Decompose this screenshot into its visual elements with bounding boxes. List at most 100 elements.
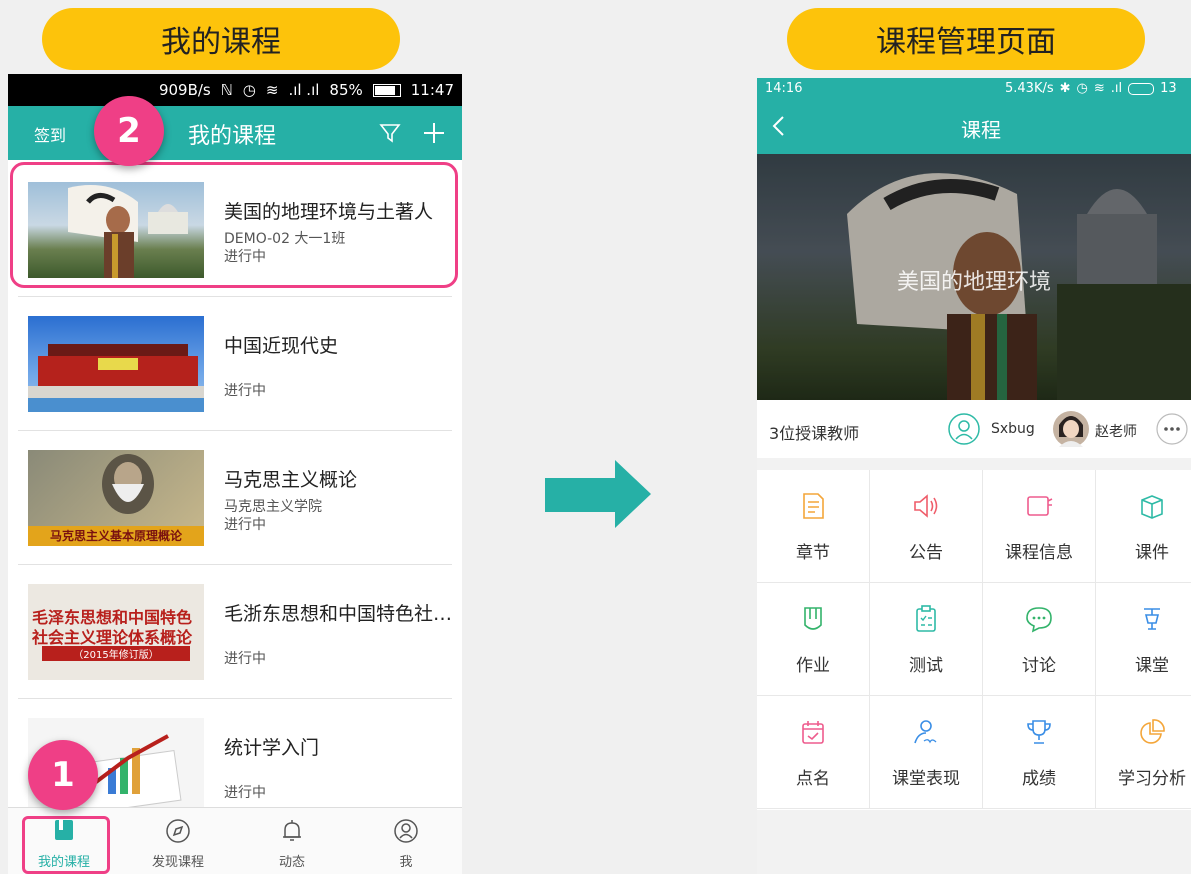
- course-title: 统计学入门: [224, 737, 320, 759]
- speaker-icon: [914, 494, 938, 518]
- gate-photo: [28, 344, 204, 412]
- grid-label: 章节: [796, 543, 830, 563]
- default-avatar-icon: [948, 413, 980, 445]
- grid-item-announcements[interactable]: 公告: [870, 470, 983, 583]
- status-bar: 14:16 5.43K/s ✱ ◷ ≋ .ıl 13: [757, 78, 1191, 100]
- right-phone-screen: 14:16 5.43K/s ✱ ◷ ≋ .ıl 13 课程 美国的地理环境 3位…: [757, 78, 1191, 874]
- tab-label: 发现课程: [151, 855, 204, 870]
- course-status: 进行中: [224, 383, 266, 399]
- course-item[interactable]: 中国近现代史 进行中: [18, 296, 452, 431]
- more-icon[interactable]: [1155, 412, 1189, 446]
- wifi-icon: ≋: [1093, 81, 1105, 96]
- course-thumbnail: 毛泽东思想和中国特色 社会主义理论体系概论 （2015年修订版）: [28, 584, 204, 680]
- step-number: 2: [117, 111, 141, 151]
- teachers-row[interactable]: 3位授课教师 Sxbug 赵老师: [757, 400, 1191, 458]
- grid-item-performance[interactable]: 课堂表现: [870, 696, 983, 809]
- document-icon: [803, 493, 824, 519]
- alarm-icon: ◷: [1076, 81, 1088, 96]
- cover-text-line3: （2015年修订版）: [42, 646, 190, 661]
- grid-label: 成绩: [1022, 769, 1056, 789]
- grid-item-roll-call[interactable]: 点名: [757, 696, 870, 809]
- grid-label: 课堂表现: [892, 769, 960, 789]
- grid-label: 课堂: [1135, 656, 1169, 676]
- clock: 11:47: [410, 81, 454, 99]
- page-title: 我的课程: [188, 124, 277, 149]
- grid-label: 作业: [796, 656, 830, 676]
- grid-item-tests[interactable]: 测试: [870, 583, 983, 696]
- arrow-right-icon: [545, 460, 651, 528]
- course-school: 马克思主义学院: [224, 499, 322, 515]
- tab-me[interactable]: 我: [350, 808, 462, 874]
- selected-course-highlight: [10, 162, 458, 288]
- function-grid: 章节 公告 课程信息 课件 作业 测试 讨论 课堂 点名 课堂表现 成绩 学习分…: [757, 470, 1191, 810]
- course-title: 毛浙东思想和中国特色社…: [224, 603, 453, 625]
- right-caption-text: 课程管理页面: [876, 25, 1056, 60]
- net-speed: 5.43K/s: [1005, 81, 1054, 96]
- teacher-name: 赵老师: [1095, 424, 1137, 440]
- app-header: 签到 我的课程: [8, 106, 462, 160]
- step-badge-2: 2: [94, 96, 164, 166]
- grid-item-homework[interactable]: 作业: [757, 583, 870, 696]
- lamp-icon: [1144, 608, 1160, 630]
- nfc-icon: ℕ: [220, 81, 233, 99]
- filter-icon[interactable]: [378, 121, 402, 145]
- cover-text-line2: 社会主义理论体系概论: [32, 628, 193, 647]
- teacher-count: 3位授课教师: [769, 424, 860, 443]
- course-cover: 美国的地理环境: [757, 154, 1191, 400]
- app-header: 课程: [757, 100, 1191, 154]
- course-status: 进行中: [224, 785, 266, 801]
- add-icon[interactable]: [422, 121, 446, 145]
- signal-icon: .ıl: [1110, 81, 1123, 96]
- cover-title: 美国的地理环境: [897, 270, 1052, 295]
- active-tab-highlight: [22, 816, 110, 874]
- course-item[interactable]: 毛泽东思想和中国特色 社会主义理论体系概论 （2015年修订版） 毛浙东思想和中…: [18, 564, 452, 699]
- net-speed: 909B/s: [158, 81, 211, 99]
- grid-item-discussion[interactable]: 讨论: [983, 583, 1096, 696]
- grid-label: 课程信息: [1005, 543, 1073, 563]
- right-caption: 课程管理页面: [787, 8, 1145, 70]
- grid-label: 学习分析: [1118, 769, 1186, 789]
- back-arrow-icon[interactable]: [769, 114, 789, 138]
- chat-icon: [1026, 607, 1052, 633]
- box-icon: [1141, 495, 1163, 519]
- grid-label: 测试: [909, 656, 943, 676]
- user-icon: [394, 819, 418, 843]
- marx-portrait: [102, 454, 154, 514]
- grid-item-courseware[interactable]: 课件: [1096, 470, 1191, 583]
- tab-discover[interactable]: 发现课程: [122, 808, 234, 874]
- course-info-icon: [1027, 496, 1053, 516]
- course-status: 进行中: [224, 651, 266, 667]
- grid-item-chapters[interactable]: 章节: [757, 470, 870, 583]
- course-thumbnail: 马克思主义基本原理概论: [28, 450, 204, 546]
- course-title: 中国近现代史: [224, 335, 339, 357]
- avatar: [1053, 411, 1089, 447]
- course-title: 马克思主义概论: [224, 469, 358, 491]
- homework-icon: [804, 607, 822, 630]
- grid-item-grades[interactable]: 成绩: [983, 696, 1096, 809]
- bell-icon: [283, 820, 301, 841]
- status-bar: 909B/s ℕ ◷ ≋ .ıl .ıl 85% 11:47: [8, 74, 462, 106]
- pie-icon: [1140, 719, 1165, 744]
- grid-item-learning-analysis[interactable]: 学习分析: [1096, 696, 1191, 809]
- grid-label: 讨论: [1022, 656, 1056, 676]
- compass-icon: [166, 819, 190, 843]
- tab-activity[interactable]: 动态: [236, 808, 348, 874]
- trophy-icon: [1027, 720, 1051, 744]
- course-item[interactable]: 马克思主义基本原理概论 马克思主义概论 马克思主义学院 进行中: [18, 430, 452, 565]
- grid-item-classroom[interactable]: 课堂: [1096, 583, 1191, 696]
- step-number: 1: [51, 755, 75, 795]
- battery-level: 13: [1160, 81, 1177, 96]
- grid-label: 点名: [796, 769, 830, 789]
- score-icon: [914, 720, 937, 744]
- grid-item-course-info[interactable]: 课程信息: [983, 470, 1096, 583]
- wifi-icon: ≋: [265, 81, 279, 99]
- left-caption-text: 我的课程: [161, 25, 281, 60]
- teacher-name: Sxbug: [991, 421, 1035, 437]
- grid-label: 公告: [909, 543, 943, 563]
- checkin-button[interactable]: 签到: [34, 122, 66, 146]
- signal-icon: .ıl .ıl: [288, 81, 320, 99]
- alarm-icon: ◷: [242, 81, 256, 99]
- tab-label: 动态: [278, 855, 305, 870]
- calendar-icon: [802, 721, 824, 744]
- cover-banner: 马克思主义基本原理概论: [28, 526, 204, 546]
